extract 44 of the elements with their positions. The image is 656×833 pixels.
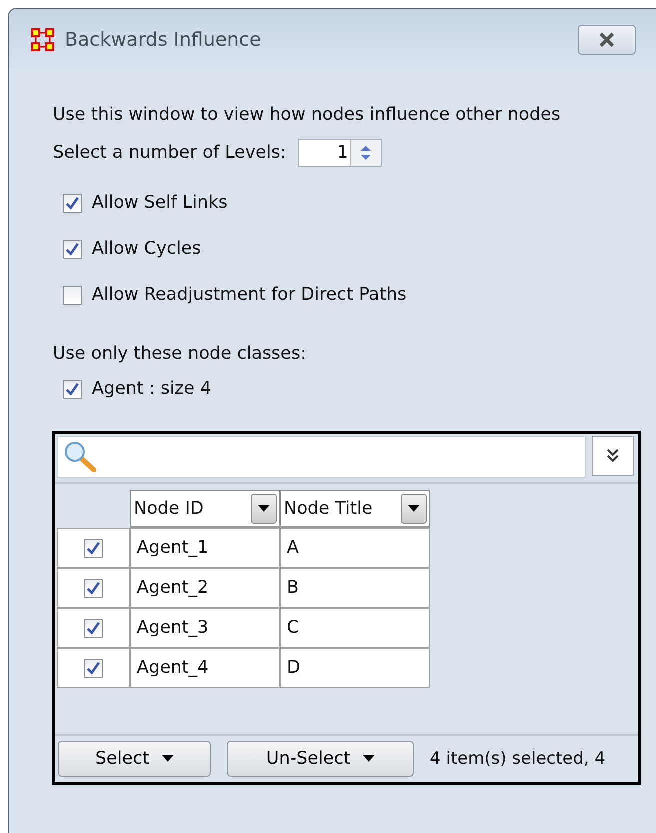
instruction-text: Use this window to view how nodes influence other nodes xyxy=(53,104,562,126)
checkbox[interactable] xyxy=(84,578,103,598)
close-button[interactable] xyxy=(578,25,636,55)
checkbox[interactable] xyxy=(63,380,82,398)
table-cell: Agent_1 xyxy=(130,528,280,568)
checkbox[interactable] xyxy=(63,286,82,304)
expand-button[interactable] xyxy=(592,436,634,476)
double-chevron-icon xyxy=(606,448,620,464)
caret-icon xyxy=(258,504,270,512)
node-class-label: Agent : size 4 xyxy=(92,379,212,399)
spinner-arrows-icon xyxy=(359,144,374,162)
dropdown-button[interactable]: Select xyxy=(58,741,211,777)
option-label: Allow Self Links xyxy=(92,193,228,213)
option-label: Allow Cycles xyxy=(92,239,202,259)
column-header[interactable]: Node ID xyxy=(130,490,280,528)
caret-icon xyxy=(162,755,174,763)
table-cell: Agent_4 xyxy=(130,648,280,688)
checkbox[interactable] xyxy=(84,538,103,558)
caret-icon xyxy=(408,504,420,512)
checkbox[interactable] xyxy=(63,194,82,212)
table-cell: D xyxy=(280,648,430,688)
caret-icon xyxy=(362,755,375,763)
search-field[interactable] xyxy=(57,436,586,478)
levels-label: Select a number of Levels: xyxy=(53,143,286,163)
column-header[interactable]: Node Title xyxy=(280,490,430,528)
search-icon xyxy=(64,441,98,473)
window-title: Backwards Influence xyxy=(65,29,262,51)
option-label: Allow Readjustment for Direct Paths xyxy=(92,285,407,305)
app-icon xyxy=(31,28,55,52)
table-cell: Agent_2 xyxy=(130,568,280,608)
table-cell: A xyxy=(280,528,430,568)
selection-status: 4 item(s) selected, 4 xyxy=(430,749,606,769)
table-cell: B xyxy=(280,568,430,608)
table-cell: C xyxy=(280,608,430,648)
filter-dropdown-button[interactable] xyxy=(401,494,427,524)
checkbox[interactable] xyxy=(63,240,82,258)
levels-spinner[interactable]: 1 xyxy=(298,139,382,167)
checkbox[interactable] xyxy=(84,658,103,678)
close-icon xyxy=(597,32,617,48)
checkbox[interactable] xyxy=(84,618,103,638)
node-classes-label: Use only these node classes: xyxy=(53,342,308,366)
filter-dropdown-button[interactable] xyxy=(251,494,277,524)
dropdown-button[interactable]: Un-Select xyxy=(227,741,414,777)
table-cell: Agent_3 xyxy=(130,608,280,648)
